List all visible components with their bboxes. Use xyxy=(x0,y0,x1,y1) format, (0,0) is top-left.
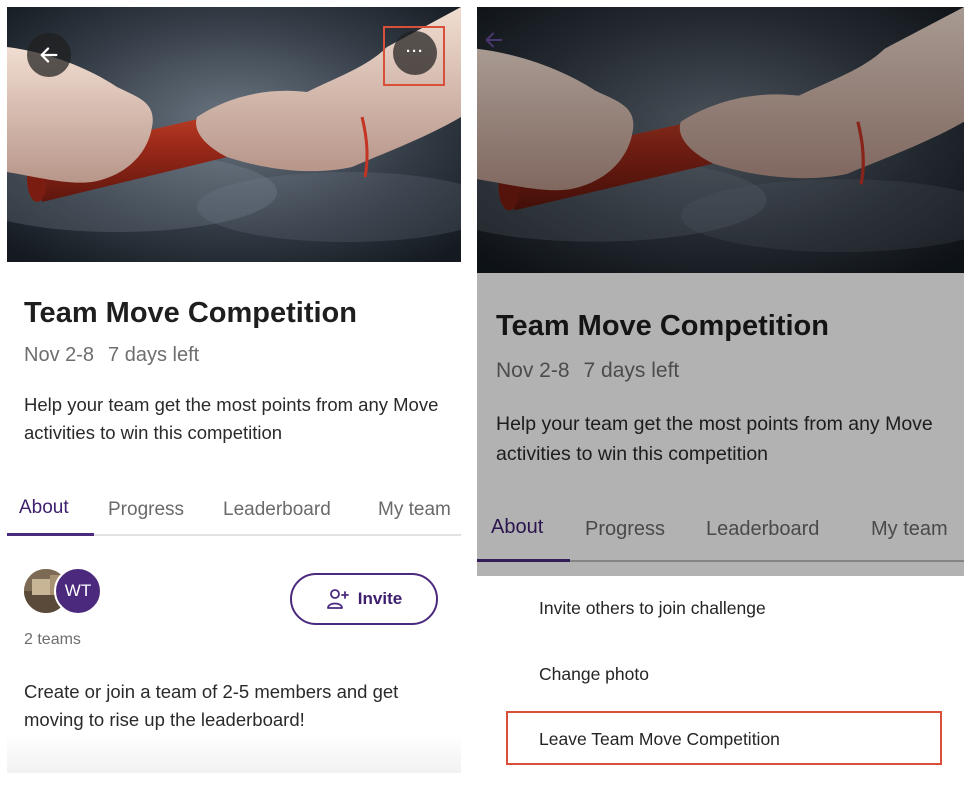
menu-item-change-photo[interactable]: Change photo xyxy=(539,664,649,685)
invite-label: Invite xyxy=(357,589,403,608)
modal-overlay[interactable] xyxy=(477,7,964,576)
challenge-screen: ··· Team Move Competition Nov 2-8 7 days … xyxy=(7,7,461,773)
tab-progress[interactable]: Progress xyxy=(108,499,184,521)
challenge-dates: Nov 2-8 7 days left xyxy=(24,344,199,367)
active-tab-indicator xyxy=(7,533,94,536)
date-range: Nov 2-8 xyxy=(24,344,95,366)
highlight-box xyxy=(383,26,445,86)
team-avatars[interactable]: WT xyxy=(24,567,104,615)
days-left: 7 days left xyxy=(108,344,200,366)
tab-my-team[interactable]: My team xyxy=(378,499,451,521)
add-user-icon xyxy=(326,589,349,609)
menu-item-invite-others[interactable]: Invite others to join challenge xyxy=(539,598,766,619)
bottom-fade xyxy=(7,733,461,773)
teams-count: 2 teams xyxy=(24,631,81,648)
about-text: Create or join a team of 2-5 members and… xyxy=(24,681,399,730)
tab-about[interactable]: About xyxy=(19,497,69,519)
team-avatar-initials: WT xyxy=(54,567,102,615)
tab-bar: About Progress Leaderboard My team xyxy=(7,482,461,536)
highlight-box xyxy=(506,711,942,765)
challenge-screen-menu-open: Team Move Competition Nov 2-8 7 days left… xyxy=(477,7,964,780)
challenge-title: Team Move Competition xyxy=(24,297,357,329)
tab-leaderboard[interactable]: Leaderboard xyxy=(223,499,331,521)
back-button[interactable] xyxy=(27,33,71,77)
challenge-description: Help your team get the most points from … xyxy=(24,394,439,443)
arrow-left-icon xyxy=(40,47,58,63)
invite-button[interactable]: Invite xyxy=(290,573,438,625)
